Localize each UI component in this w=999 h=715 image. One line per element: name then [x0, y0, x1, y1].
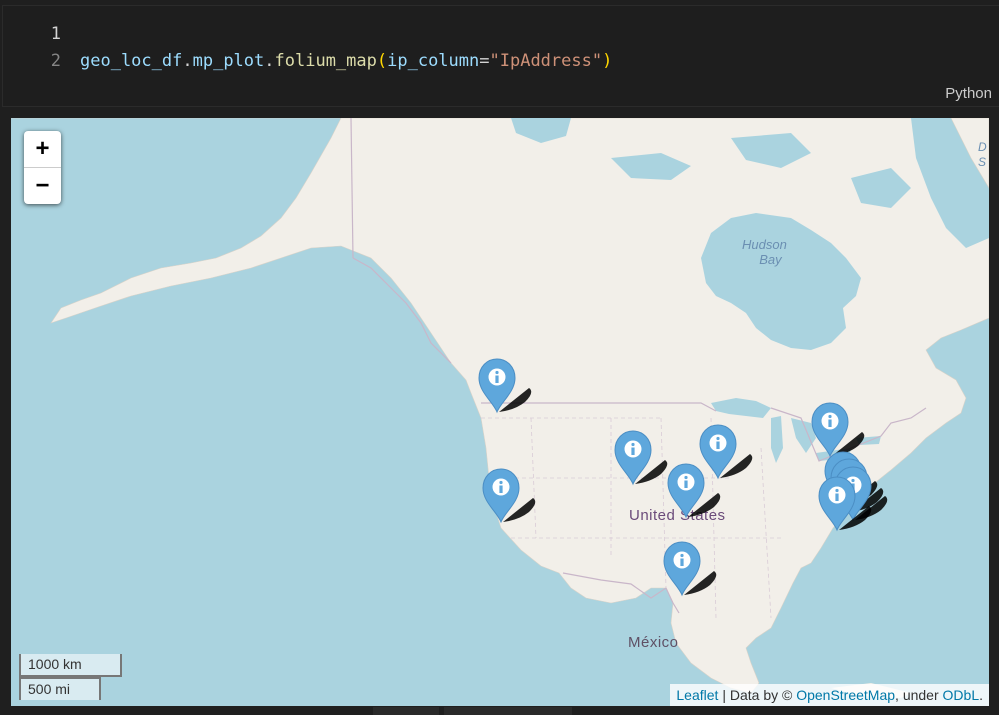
code-token-equals: = [479, 51, 490, 71]
code-line-1[interactable]: 1 [3, 21, 999, 47]
map-marker[interactable] [810, 402, 865, 458]
info-icon [667, 463, 721, 519]
label-hudson: Hudson [742, 237, 787, 252]
zoom-out-button[interactable]: − [24, 168, 61, 204]
info-icon [663, 541, 717, 597]
label-davis: D [978, 140, 987, 154]
code-token-dot: . [182, 51, 193, 71]
code-token-function: folium_map [274, 51, 377, 71]
code-token-paren: ) [602, 51, 613, 71]
line-number: 1 [50, 24, 61, 44]
code-token-dot: . [264, 51, 275, 71]
map-marker[interactable] [817, 476, 872, 532]
language-label[interactable]: Python [945, 85, 992, 102]
scale-metric: 1000 km [19, 654, 122, 677]
map-marker[interactable] [481, 468, 536, 524]
map-marker[interactable] [613, 430, 668, 486]
zoom-in-button[interactable]: + [24, 131, 61, 168]
zoom-control: + − [24, 131, 61, 204]
label-mexico: México [628, 634, 679, 651]
label-bay: Bay [759, 252, 782, 267]
attribution-text: . [979, 687, 983, 703]
scale-imperial: 500 mi [19, 677, 101, 700]
output-toolbar-segment [373, 707, 439, 715]
code-token-string: "IpAddress" [489, 51, 603, 71]
code-token-attribute: mp_plot [192, 51, 265, 71]
info-icon [478, 358, 532, 414]
code-text[interactable]: geo_loc_df.mp_plot.folium_map(ip_column=… [80, 48, 612, 74]
attribution-text: , under [895, 687, 943, 703]
info-icon [811, 402, 865, 458]
info-icon [482, 468, 536, 524]
code-token-variable: geo_loc_df [80, 51, 183, 71]
code-cell[interactable]: 1 2 geo_loc_df.mp_plot.folium_map(ip_col… [2, 5, 999, 107]
map-attribution: Leaflet | Data by © OpenStreetMap, under… [670, 684, 989, 706]
label-strait: S [978, 155, 987, 169]
code-line-2[interactable]: 2 geo_loc_df.mp_plot.folium_map(ip_colum… [3, 48, 999, 74]
map-marker[interactable] [662, 541, 717, 597]
map-output[interactable]: Hudson Bay DS United States México + − 10… [11, 118, 989, 706]
attribution-text: | Data by © [718, 687, 797, 703]
map-marker[interactable] [666, 463, 721, 519]
label-hudson-bay: Hudson Bay [742, 237, 787, 267]
odbl-link[interactable]: ODbL [943, 687, 980, 703]
info-icon [818, 476, 872, 532]
map-marker[interactable] [477, 358, 532, 414]
label-davis-strait: DS [978, 140, 987, 170]
openstreetmap-link[interactable]: OpenStreetMap [796, 687, 895, 703]
code-token-paren: ( [376, 51, 388, 71]
leaflet-link[interactable]: Leaflet [676, 687, 718, 703]
line-number: 2 [50, 51, 61, 71]
code-token-param: ip_column [387, 51, 480, 71]
output-toolbar-segment [444, 707, 572, 715]
